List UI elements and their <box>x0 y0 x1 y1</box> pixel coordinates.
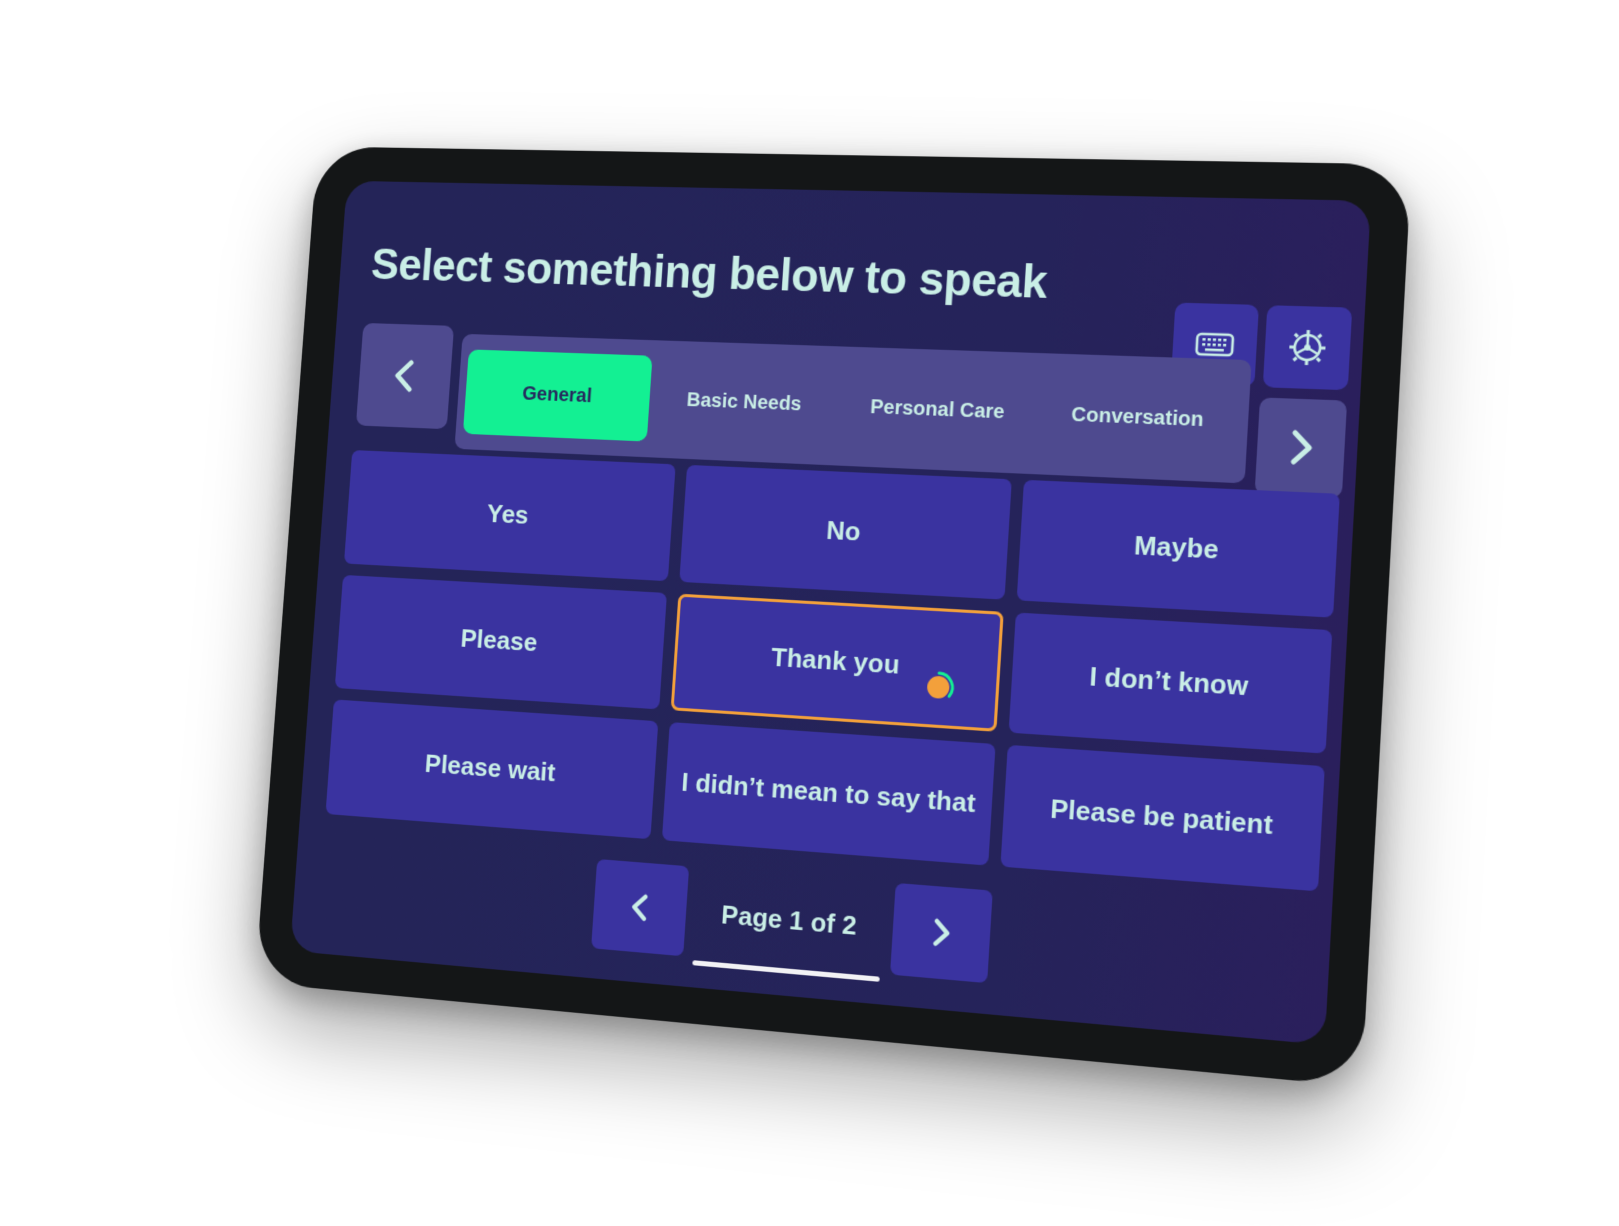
stage: Select something below to speak General … <box>0 0 1619 1226</box>
tab-conversation[interactable]: Conversation <box>1033 369 1242 466</box>
chevron-right-icon <box>1278 426 1323 469</box>
page-title: Select something below to speak <box>369 238 1049 308</box>
tab-personal-care[interactable]: Personal Care <box>837 362 1039 458</box>
app-screen: Select something below to speak General … <box>289 180 1371 1045</box>
prev-page-button[interactable] <box>591 858 690 957</box>
phrase-thank-you[interactable]: Thank you <box>670 593 1004 733</box>
page-indicator: Page 1 of 2 <box>720 898 858 941</box>
tablet-device: Select something below to speak General … <box>255 146 1412 1087</box>
phrase-grid: Yes No Maybe Please Thank you I don’t kn… <box>325 450 1340 892</box>
tab-general[interactable]: General <box>462 349 653 442</box>
phrase-no[interactable]: No <box>679 464 1012 600</box>
phrase-please-wait[interactable]: Please wait <box>325 699 659 840</box>
tab-basic-needs[interactable]: Basic Needs <box>647 356 843 450</box>
phrase-i-dont-know[interactable]: I don’t know <box>1008 612 1333 754</box>
chevron-right-icon <box>923 914 960 952</box>
chevron-left-icon <box>385 356 424 395</box>
phrase-please-be-patient[interactable]: Please be patient <box>1000 745 1325 892</box>
next-page-button[interactable] <box>889 882 993 984</box>
category-prev-button[interactable] <box>355 322 455 430</box>
dwell-dot <box>926 675 950 700</box>
phrase-yes[interactable]: Yes <box>343 450 676 581</box>
phrase-label: Thank you <box>770 642 901 681</box>
category-next-button[interactable] <box>1254 397 1348 499</box>
dwell-progress-indicator <box>926 669 958 706</box>
phrase-maybe[interactable]: Maybe <box>1016 479 1340 618</box>
phrase-please[interactable]: Please <box>334 574 668 710</box>
chevron-left-icon <box>623 889 658 926</box>
phrase-i-didnt-mean[interactable]: I didn’t mean to say that <box>662 722 996 866</box>
